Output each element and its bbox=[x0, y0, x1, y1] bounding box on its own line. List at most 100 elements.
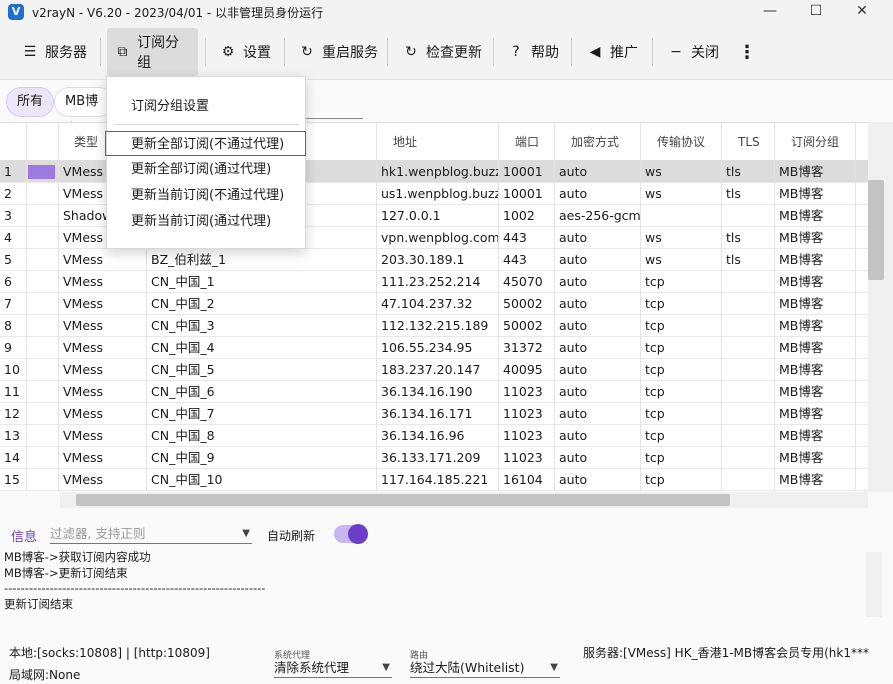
col-sub-group[interactable]: 订阅分组 bbox=[775, 123, 856, 161]
table-row[interactable]: 9 VMess CN_中国_4 106.55.234.95 31372 auto tcp MB… bbox=[0, 337, 868, 359]
row-tls bbox=[722, 293, 775, 315]
row-type: VMess bbox=[59, 337, 147, 359]
toolbar-divider bbox=[387, 38, 388, 66]
settings-button[interactable]: ⚙ 设置 bbox=[212, 28, 279, 76]
col-tls[interactable]: TLS bbox=[722, 123, 775, 161]
table-row[interactable]: 11 VMess CN_中国_6 36.134.16.190 11023 auto tcp M… bbox=[0, 381, 868, 403]
table-row[interactable]: 10 VMess CN_中国_5 183.237.20.147 40095 auto tcp… bbox=[0, 359, 868, 381]
row-sub-group: MB博客 bbox=[775, 403, 856, 425]
row-alias: CN_中国_4 bbox=[147, 337, 377, 359]
table-row[interactable]: 12 VMess CN_中国_7 36.134.16.171 11023 auto tcp M… bbox=[0, 403, 868, 425]
row-tls bbox=[722, 359, 775, 381]
title-bar: V v2rayN - V6.20 - 2023/04/01 - 以非管理员身份运… bbox=[0, 0, 893, 24]
col-network[interactable]: 传输协议 bbox=[641, 123, 722, 161]
menu-item-update-current-no-proxy[interactable]: 更新当前订阅(不通过代理) bbox=[107, 183, 305, 208]
row-network: ws bbox=[641, 249, 722, 271]
table-row[interactable]: 6 VMess CN_中国_1 111.23.252.214 45070 auto tcp M… bbox=[0, 271, 868, 293]
row-index: 7 bbox=[0, 293, 27, 315]
filter-group-chip[interactable]: MB博客 bbox=[54, 87, 114, 137]
col-port[interactable]: 端口 bbox=[499, 123, 555, 161]
row-alias: CN_中国_10 bbox=[147, 469, 377, 491]
more-menu-button[interactable]: ⋮ bbox=[730, 28, 764, 76]
row-address: 117.164.185.221 bbox=[377, 469, 499, 491]
row-alias: CN_中国_2 bbox=[147, 293, 377, 315]
filter-all-chip[interactable]: 所有 bbox=[6, 87, 55, 117]
toolbar: ☰ 服务器 ⧉ 订阅分组 ⚙ 设置 ↻ 重启服务 ↻ 检查更新 ? 帮助 ◀ 推广 − 关闭 ⋮ bbox=[0, 24, 893, 80]
toolbar-divider bbox=[205, 38, 206, 66]
row-security: auto bbox=[555, 425, 641, 447]
row-port: 10001 bbox=[499, 183, 555, 205]
close-window-button[interactable]: ✕ bbox=[839, 0, 885, 24]
log-toolbar: 信息 过滤器, 支持正则 ▼ 自动刷新 bbox=[0, 518, 893, 552]
row-sub-group: MB博客 bbox=[775, 447, 856, 469]
row-tls bbox=[722, 205, 775, 227]
current-server: 服务器:[VMess] HK_香港1-MB博客会员专用(hk1*** bbox=[583, 646, 869, 660]
row-sub-group: MB博客 bbox=[775, 337, 856, 359]
row-type: VMess bbox=[59, 447, 147, 469]
log-output: MB博客->获取订阅内容成功 MB博客->更新订阅结束 ------------… bbox=[4, 550, 266, 611]
minimize-button[interactable]: — bbox=[747, 0, 793, 24]
horizontal-scroll-thumb[interactable] bbox=[76, 494, 730, 506]
close-button[interactable]: − 关闭 bbox=[660, 28, 727, 76]
row-security: auto bbox=[555, 403, 641, 425]
help-button[interactable]: ? 帮助 bbox=[500, 28, 567, 76]
sub-group-button[interactable]: ⧉ 订阅分组 bbox=[107, 28, 198, 76]
toolbar-divider bbox=[652, 38, 653, 66]
row-type: VMess bbox=[59, 381, 147, 403]
col-address[interactable]: 地址 bbox=[377, 123, 499, 161]
row-index: 10 bbox=[0, 359, 27, 381]
row-index: 1 bbox=[0, 161, 27, 183]
col-marker[interactable] bbox=[27, 123, 59, 161]
row-index: 11 bbox=[0, 381, 27, 403]
row-sub-group: MB博客 bbox=[775, 205, 856, 227]
update-icon: ↻ bbox=[405, 44, 417, 60]
log-scrollbar[interactable] bbox=[866, 552, 882, 617]
check-update-label: 检查更新 bbox=[426, 45, 482, 61]
table-row[interactable]: 5 VMess BZ_伯利兹_1 203.30.189.1 443 auto ws tls MB… bbox=[0, 249, 868, 271]
row-index: 8 bbox=[0, 315, 27, 337]
row-network: tcp bbox=[641, 337, 722, 359]
table-row[interactable]: 14 VMess CN_中国_9 36.133.171.209 11023 auto tcp… bbox=[0, 447, 868, 469]
table-row[interactable]: 8 VMess CN_中国_3 112.132.215.189 50002 auto tcp… bbox=[0, 315, 868, 337]
col-security[interactable]: 加密方式 bbox=[555, 123, 641, 161]
log-filter-input[interactable]: 过滤器, 支持正则 ▼ bbox=[50, 524, 252, 544]
row-tls bbox=[722, 403, 775, 425]
row-tls: tls bbox=[722, 249, 775, 271]
log-tab-info[interactable]: 信息 bbox=[11, 526, 37, 545]
row-index: 12 bbox=[0, 403, 27, 425]
row-port: 31372 bbox=[499, 337, 555, 359]
sys-proxy-select[interactable]: 清除系统代理 ▼ bbox=[274, 658, 392, 678]
row-network: ws bbox=[641, 183, 722, 205]
settings-label: 设置 bbox=[243, 45, 271, 61]
promote-button[interactable]: ◀ 推广 bbox=[579, 28, 646, 76]
col-index[interactable] bbox=[0, 123, 27, 161]
maximize-button[interactable]: ☐ bbox=[793, 0, 839, 24]
check-update-button[interactable]: ↻ 检查更新 bbox=[395, 28, 490, 76]
route-select[interactable]: 绕过大陆(Whitelist) ▼ bbox=[410, 658, 560, 678]
servers-button[interactable]: ☰ 服务器 bbox=[14, 28, 95, 76]
row-tls: tls bbox=[722, 183, 775, 205]
row-type: VMess bbox=[59, 469, 147, 491]
table-row[interactable]: 15 VMess CN_中国_10 117.164.185.221 16104 auto t… bbox=[0, 469, 868, 491]
row-index: 5 bbox=[0, 249, 27, 271]
row-port: 1002 bbox=[499, 205, 555, 227]
auto-refresh-toggle[interactable] bbox=[334, 524, 368, 544]
restart-service-button[interactable]: ↻ 重启服务 bbox=[291, 28, 386, 76]
row-network: tcp bbox=[641, 403, 722, 425]
menu-item-update-all-no-proxy[interactable]: 更新全部订阅(不通过代理) bbox=[105, 131, 306, 156]
row-tls bbox=[722, 425, 775, 447]
menu-item-sub-settings[interactable]: 订阅分组设置 bbox=[107, 94, 305, 119]
sub-group-dropdown-menu: 订阅分组设置 更新全部订阅(不通过代理) 更新全部订阅(通过代理) 更新当前订阅… bbox=[105, 76, 306, 249]
table-row[interactable]: 7 VMess CN_中国_2 47.104.237.32 50002 auto tcp MB… bbox=[0, 293, 868, 315]
row-network bbox=[641, 205, 722, 227]
menu-item-update-current-proxy[interactable]: 更新当前订阅(通过代理) bbox=[107, 209, 305, 234]
app-window: V v2rayN - V6.20 - 2023/04/01 - 以非管理员身份运… bbox=[0, 0, 893, 684]
auto-refresh-label: 自动刷新 bbox=[267, 529, 316, 543]
table-row[interactable]: 13 VMess CN_中国_8 36.134.16.96 11023 auto tcp MB… bbox=[0, 425, 868, 447]
minus-icon: − bbox=[670, 44, 682, 60]
table-vertical-scrollbar[interactable] bbox=[868, 122, 893, 492]
sys-proxy-value: 清除系统代理 bbox=[274, 660, 350, 675]
row-alias: CN_中国_9 bbox=[147, 447, 377, 469]
menu-item-update-all-proxy[interactable]: 更新全部订阅(通过代理) bbox=[107, 157, 305, 182]
vertical-scroll-thumb[interactable] bbox=[868, 180, 884, 280]
